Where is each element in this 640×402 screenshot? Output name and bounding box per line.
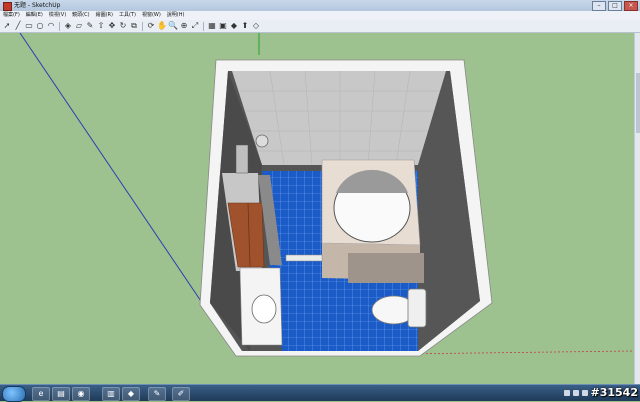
toilet-tank [407, 288, 427, 328]
bathtub-step [348, 253, 424, 283]
tray-volume-icon[interactable] [572, 390, 579, 396]
offset-icon[interactable]: ⧉ [129, 21, 139, 31]
window-controls: – □ × [592, 1, 638, 11]
viewport-scrollbar[interactable] [634, 33, 640, 384]
move-icon[interactable]: ✥ [107, 21, 117, 31]
pan-icon[interactable]: ✋ [157, 21, 167, 31]
window-title: 无题 - SketchUp [14, 2, 61, 9]
bathroom-model [19, 33, 634, 357]
divider-ledge [285, 254, 323, 262]
taskbar-app-icon[interactable]: ◉ [72, 387, 90, 401]
windows-taskbar: e ▤ ◉ ▥ ◆ ✎ ✐ #31542 [0, 384, 640, 402]
push-pull-icon[interactable]: ⇧ [96, 21, 106, 31]
help-icon[interactable]: ◇ [251, 21, 261, 31]
menu-file[interactable]: 檔案(F) [0, 11, 23, 20]
menu-tools[interactable]: 工具(T) [116, 11, 139, 20]
scrollbar-thumb[interactable] [636, 73, 640, 133]
sketchup-app-icon [3, 2, 12, 11]
menu-window[interactable]: 視窗(W) [139, 11, 164, 20]
tape-measure-icon[interactable]: ✎ [85, 21, 95, 31]
menu-help[interactable]: 說明(H) [164, 11, 188, 20]
components-icon[interactable]: ▣ [218, 21, 228, 31]
select-tool-icon[interactable]: ➚ [2, 21, 12, 31]
tray-network-icon[interactable] [563, 390, 570, 396]
menu-draw[interactable]: 繪圖(R) [93, 11, 116, 20]
shower-pipe [235, 144, 249, 174]
close-button[interactable]: × [624, 1, 638, 11]
circle-tool-icon[interactable]: ○ [35, 21, 45, 31]
main-toolbar: ➚ ╱ ▭ ○ ◠ ◈ ▱ ✎ ⇧ ✥ ↻ ⧉ ⟳ ✋ 🔍 ⊕ ⤢ ▦ ▣ ◆ ⬆ ◇ [0, 20, 640, 33]
toolbar-separator [203, 21, 204, 31]
taskbar-ie-icon[interactable]: e [32, 387, 50, 401]
menu-view[interactable]: 檢視(V) [46, 11, 69, 20]
shower-head [255, 134, 269, 148]
toolbar-separator [142, 21, 143, 31]
paint-bucket-icon[interactable]: ◈ [63, 21, 73, 31]
sink-basin [251, 294, 277, 324]
system-tray: #31542 [563, 386, 639, 399]
arc-tool-icon[interactable]: ◠ [46, 21, 56, 31]
taskbar-folder-icon[interactable]: ▤ [52, 387, 70, 401]
minimize-button[interactable]: – [592, 1, 606, 11]
image-watermark: #31542 [590, 386, 639, 399]
maximize-button[interactable]: □ [608, 1, 622, 11]
taskbar-explorer-icon[interactable]: ▥ [102, 387, 120, 401]
taskbar-notes-icon[interactable]: ✐ [172, 387, 190, 401]
menu-edit[interactable]: 編輯(E) [23, 11, 46, 20]
warehouse-icon[interactable]: ▦ [207, 21, 217, 31]
zoom-extents-icon[interactable]: ⤢ [190, 21, 200, 31]
zoom-window-icon[interactable]: ⊕ [179, 21, 189, 31]
taskbar-paint-icon[interactable]: ✎ [148, 387, 166, 401]
zoom-icon[interactable]: 🔍 [168, 21, 178, 31]
ruby-icon[interactable]: ◆ [229, 21, 239, 31]
toolbar-separator [59, 21, 60, 31]
rotate-icon[interactable]: ↻ [118, 21, 128, 31]
orbit-icon[interactable]: ⟳ [146, 21, 156, 31]
line-tool-icon[interactable]: ╱ [13, 21, 23, 31]
rectangle-tool-icon[interactable]: ▭ [24, 21, 34, 31]
share-model-icon[interactable]: ⬆ [240, 21, 250, 31]
tray-action-icon[interactable] [581, 390, 588, 396]
taskbar-sketchup-icon[interactable]: ◆ [122, 387, 140, 401]
menu-camera[interactable]: 鏡頭(C) [69, 11, 92, 20]
eraser-icon[interactable]: ▱ [74, 21, 84, 31]
modeling-viewport[interactable] [0, 33, 634, 384]
